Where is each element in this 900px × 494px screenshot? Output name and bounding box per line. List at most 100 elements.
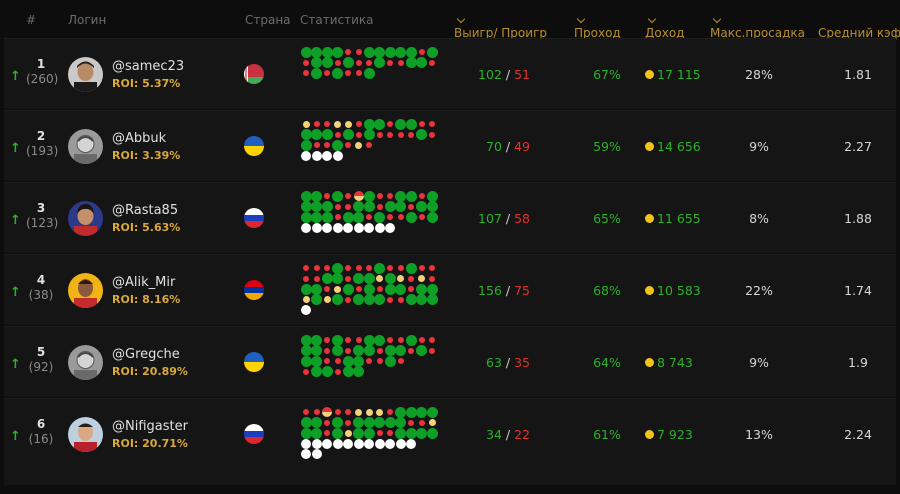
slash: / [505, 139, 511, 154]
draw-dot [355, 141, 362, 149]
username-link[interactable]: @Nifigaster [112, 419, 188, 434]
rank-number: 2 [36, 129, 46, 143]
loss-dot [387, 265, 393, 271]
table-row[interactable]: ↑ 4 (38) @Alik_Mir ROI: 8.16% 156 / 75 68%… [4, 254, 896, 325]
pending-dot [311, 449, 322, 459]
win-dot [342, 283, 354, 295]
win-dot [332, 67, 343, 79]
losses: 22 [514, 427, 530, 442]
loss-dot [397, 358, 404, 364]
avatar[interactable] [68, 345, 103, 380]
loss-dot [355, 337, 362, 343]
sort-income[interactable]: Доход [645, 13, 684, 40]
loss-dot [345, 142, 351, 148]
win-dot [353, 366, 364, 377]
loss-dot [429, 265, 435, 271]
username-link[interactable]: @Rasta85 [112, 203, 180, 218]
loss-dot [429, 347, 435, 354]
avatar[interactable] [68, 273, 103, 308]
sort-pass[interactable]: Проход [574, 13, 621, 40]
username-link[interactable]: @Alik_Mir [112, 275, 180, 290]
previous-rank: (16) [28, 432, 54, 446]
stats-dots [300, 118, 441, 179]
sort-drawdown[interactable]: Макс.просадка [710, 13, 805, 40]
average-coef: 1.9 [848, 355, 868, 370]
username-link[interactable]: @Abbuk [112, 131, 180, 146]
win-dot [374, 262, 385, 274]
average-coef: 2.24 [844, 427, 872, 442]
chevron-down-icon [576, 14, 586, 24]
loss-dot [397, 296, 404, 303]
average-coef: 2.27 [844, 139, 872, 154]
sort-winloss[interactable]: Выигр/ Проигр [454, 13, 547, 40]
avatar[interactable] [68, 129, 103, 164]
loss-dot [397, 214, 404, 220]
win-dot [416, 345, 427, 356]
pass-rate: 65% [593, 211, 621, 226]
loss-dot [376, 131, 383, 138]
win-dot [384, 417, 396, 428]
loss-dot [387, 59, 393, 66]
loss-dot [408, 131, 414, 138]
win-dot [416, 427, 427, 439]
russia-flag-icon [244, 208, 264, 228]
avatar[interactable] [68, 417, 103, 452]
table-row[interactable]: ↑ 2 (193) @Abbuk ROI: 3.39% 70 / 49 59% 14… [4, 110, 896, 181]
win-dot [321, 46, 333, 58]
loss-dot [366, 265, 372, 271]
username-link[interactable]: @samec23 [112, 59, 184, 74]
win-dot [342, 211, 354, 223]
win-dot [353, 294, 364, 305]
win-dot [332, 46, 343, 58]
loss-dot [418, 214, 425, 220]
stats-dots [300, 46, 441, 107]
loss-dot [324, 347, 330, 354]
win-dot [300, 334, 312, 346]
income-value: 14 656 [657, 139, 701, 154]
previous-rank: (123) [26, 216, 59, 230]
loss-dot [334, 368, 341, 375]
username-link[interactable]: @Gregche [112, 347, 188, 362]
avatar[interactable] [68, 201, 103, 236]
loss-dot [397, 59, 404, 66]
rank-number: 3 [36, 201, 46, 215]
loss-dot [313, 275, 320, 282]
table-row[interactable]: ↑ 5 (92) @Gregche ROI: 20.89% 63 / 35 64% … [4, 326, 896, 397]
coin-icon [645, 430, 654, 439]
user-login: @Nifigaster ROI: 20.71% [112, 419, 188, 450]
pending-dot [364, 438, 374, 449]
win-dot [416, 283, 427, 295]
win-dot [300, 417, 312, 428]
table-row[interactable]: ↑ 1 (260) @samec23 ROI: 5.37% 102 / 51 67%… [4, 38, 896, 109]
win-dot [300, 211, 312, 223]
pending-dot [301, 438, 311, 449]
income-value: 17 115 [657, 67, 701, 82]
loss-dot [303, 70, 309, 76]
loss-dot [418, 337, 425, 343]
loss-dot [387, 430, 393, 436]
losses: 35 [514, 355, 530, 370]
win-loss: 107 / 58 [464, 211, 530, 226]
loss-dot [355, 121, 362, 127]
table-row[interactable]: ↑ 3 (123) @Rasta85 ROI: 5.63% 107 / 58 65%… [4, 182, 896, 253]
average-coef: 1.74 [844, 283, 872, 298]
loss-dot [418, 49, 425, 55]
pending-dot [364, 222, 374, 233]
roi-value: ROI: 5.37% [112, 77, 181, 90]
win-dot [332, 417, 343, 428]
loss-dot [355, 70, 362, 76]
win-dot [300, 190, 312, 202]
table-row[interactable]: ↑ 6 (16) @Nifigaster ROI: 20.71% 34 / 22 6… [4, 398, 896, 485]
loss-dot [345, 337, 351, 343]
draw-dot [428, 419, 436, 426]
draw-dot [344, 120, 352, 128]
loss-dot [387, 409, 393, 415]
loss-dot [303, 275, 309, 282]
loss-dot [408, 347, 414, 354]
win-dot [332, 262, 343, 274]
avatar[interactable] [68, 57, 103, 92]
trend-up-icon: ↑ [10, 285, 21, 300]
roi-value: ROI: 20.89% [112, 365, 188, 378]
trend-up-icon: ↑ [10, 69, 21, 84]
win-dot [363, 273, 375, 284]
